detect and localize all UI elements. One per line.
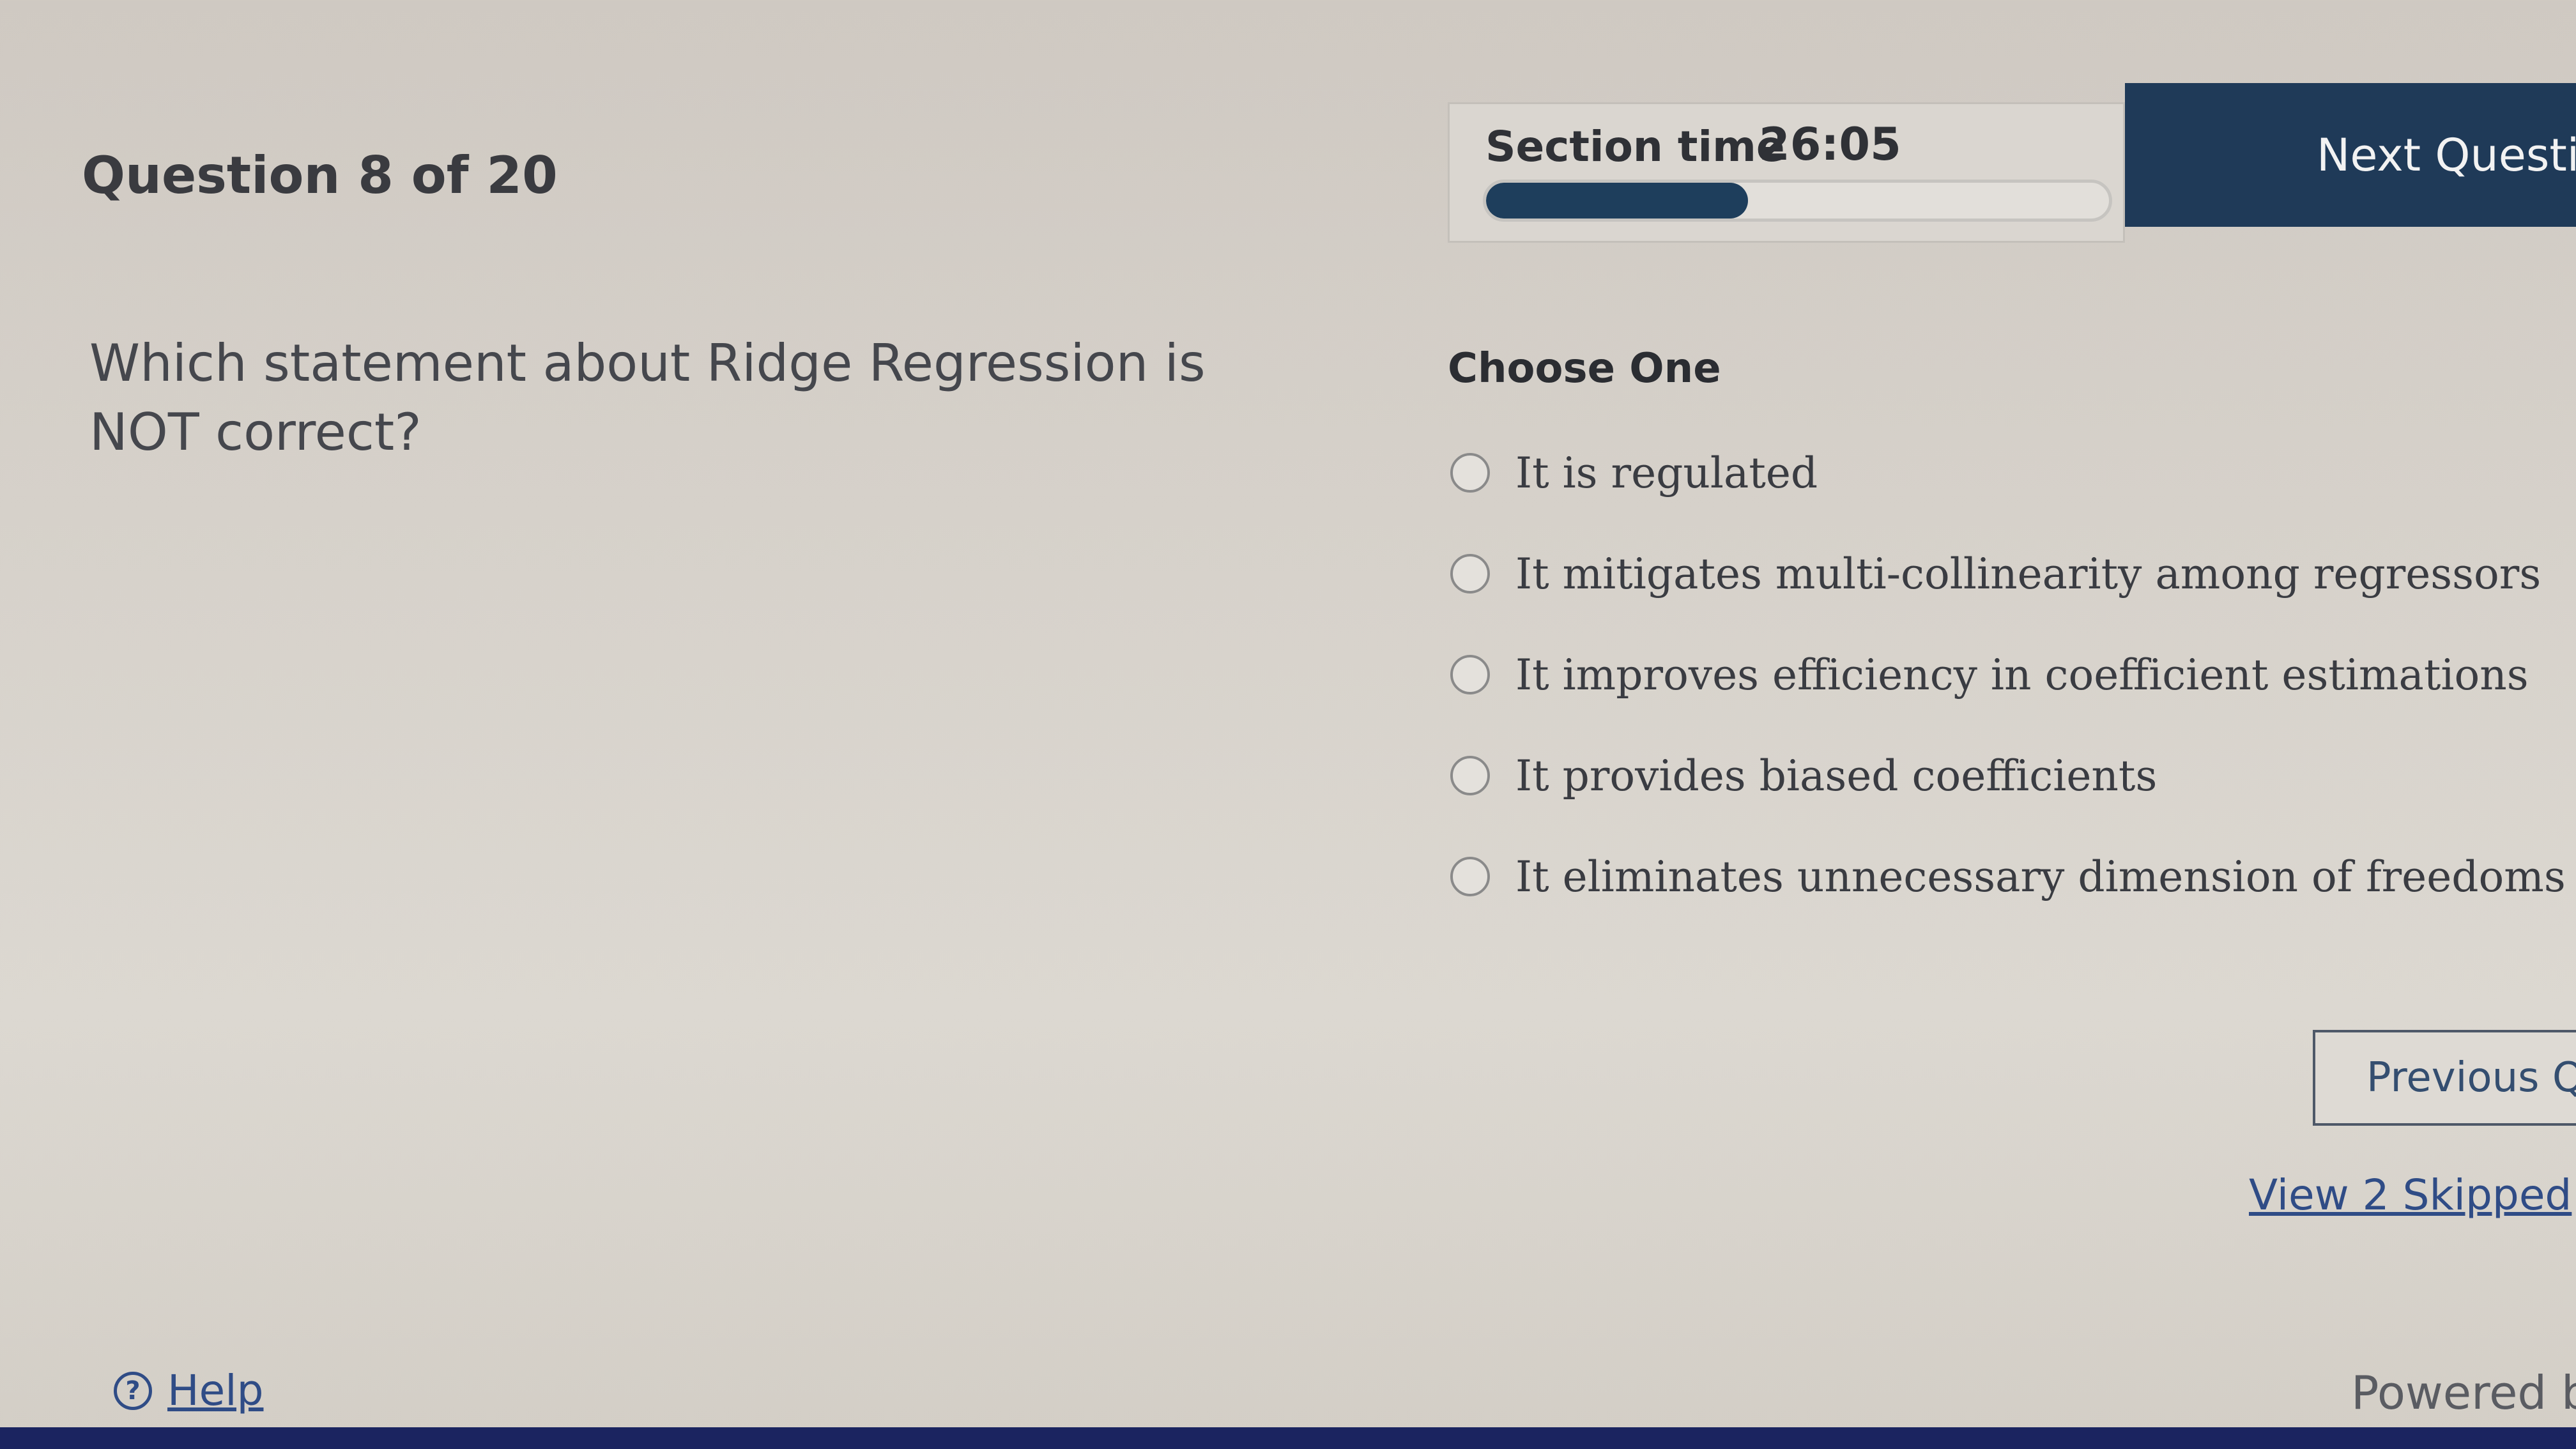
radio-button[interactable]	[1450, 857, 1490, 896]
timer-progress-fill	[1486, 183, 1748, 218]
section-timer: Section time 26:05	[1448, 102, 2125, 243]
help-label: Help	[167, 1366, 264, 1415]
radio-button[interactable]	[1450, 453, 1490, 493]
section-time-label: Section time	[1485, 122, 1785, 171]
answer-option-label: It improves efficiency in coefficient es…	[1515, 650, 2529, 700]
answer-option[interactable]: It eliminates unnecessary dimension of f…	[1450, 845, 2576, 908]
answer-option[interactable]: It improves efficiency in coefficient es…	[1450, 643, 2576, 707]
answer-options: It is regulated It mitigates multi-colli…	[1450, 441, 2576, 946]
radio-button[interactable]	[1450, 655, 1490, 694]
answer-option-label: It is regulated	[1515, 448, 1818, 498]
view-skipped-link[interactable]: View 2 Skipped	[2249, 1170, 2572, 1220]
radio-button[interactable]	[1450, 554, 1490, 594]
question-counter: Question 8 of 20	[82, 146, 558, 205]
radio-button[interactable]	[1450, 756, 1490, 795]
screen-bezel	[0, 1427, 2576, 1449]
section-time-value: 26:05	[1759, 118, 1901, 171]
answer-option[interactable]: It is regulated	[1450, 441, 2576, 505]
answer-option-label: It provides biased coefficients	[1515, 751, 2158, 801]
timer-progress-bar	[1483, 180, 2112, 222]
help-icon: ?	[114, 1371, 152, 1410]
answer-option[interactable]: It mitigates multi-collinearity among re…	[1450, 542, 2576, 606]
choose-one-heading: Choose One	[1448, 345, 1721, 392]
answer-option[interactable]: It provides biased coefficients	[1450, 744, 2576, 808]
quiz-page: Question 8 of 20 Section time 26:05 Next…	[0, 0, 2576, 1449]
question-text: Which statement about Ridge Regression i…	[89, 334, 1206, 462]
powered-by-text: Powered b	[2351, 1366, 2576, 1420]
previous-question-button[interactable]: Previous Q	[2313, 1030, 2576, 1126]
answer-option-label: It eliminates unnecessary dimension of f…	[1515, 852, 2566, 901]
help-link[interactable]: ? Help	[114, 1366, 263, 1415]
next-question-button[interactable]: Next Questio	[2125, 83, 2576, 227]
answer-option-label: It mitigates multi-collinearity among re…	[1515, 549, 2542, 599]
